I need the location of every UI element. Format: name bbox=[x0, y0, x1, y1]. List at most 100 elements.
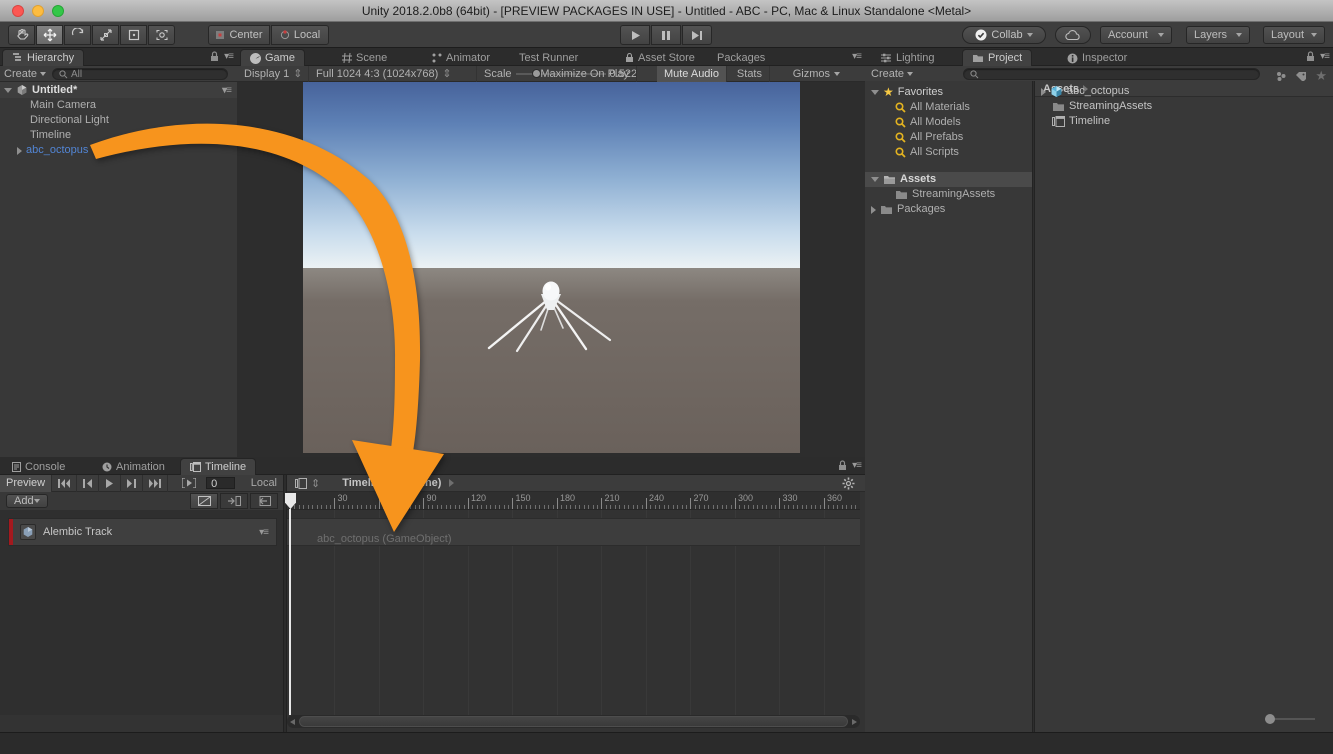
maximize-on-play-button[interactable]: Maximize On Play bbox=[533, 66, 637, 82]
timeline-splitter[interactable] bbox=[283, 475, 287, 732]
alembic-track-row[interactable]: Alembic Track ▾≡ bbox=[8, 518, 277, 546]
ruler-tick bbox=[437, 505, 438, 509]
ripple-mode-icon[interactable] bbox=[220, 493, 248, 509]
asset-streamingassets[interactable]: StreamingAssets bbox=[1035, 99, 1333, 114]
scroll-right-icon[interactable] bbox=[852, 719, 857, 725]
ruler-tick bbox=[317, 505, 318, 509]
ruler-tick bbox=[406, 505, 407, 509]
hierarchy-item-main-camera[interactable]: Main Camera bbox=[0, 98, 237, 113]
favorite-all-models[interactable]: All Models bbox=[865, 115, 1032, 130]
project-search-input[interactable] bbox=[963, 68, 1260, 80]
play-button[interactable] bbox=[620, 25, 650, 45]
step-button[interactable] bbox=[682, 25, 712, 45]
search-by-label-icon[interactable] bbox=[1295, 71, 1307, 82]
track-menu-icon[interactable]: ▾≡ bbox=[259, 527, 268, 538]
goto-start-button[interactable] bbox=[52, 475, 77, 492]
favorites-row[interactable]: ★ Favorites bbox=[865, 85, 1032, 100]
tab-scene[interactable]: Scene bbox=[332, 49, 397, 66]
folder-streamingassets-row[interactable]: StreamingAssets bbox=[865, 187, 1032, 202]
hierarchy-item-directional-light[interactable]: Directional Light bbox=[0, 113, 237, 128]
folder-packages-row[interactable]: Packages bbox=[865, 202, 1032, 217]
hand-tool-icon[interactable] bbox=[8, 25, 35, 45]
scrollbar-thumb[interactable] bbox=[299, 716, 848, 727]
replace-mode-icon[interactable] bbox=[250, 493, 278, 509]
game-panel-menu-icon[interactable]: ▾≡ bbox=[852, 51, 861, 62]
scroll-left-icon[interactable] bbox=[290, 719, 295, 725]
preview-button[interactable]: Preview bbox=[0, 475, 52, 492]
gear-icon[interactable] bbox=[842, 477, 855, 490]
ruler-tick bbox=[717, 505, 718, 509]
mix-mode-icon[interactable] bbox=[190, 493, 218, 509]
layout-dropdown[interactable]: Layout bbox=[1263, 26, 1325, 44]
lock-icon[interactable] bbox=[1306, 51, 1315, 62]
collab-button[interactable]: Collab bbox=[962, 26, 1046, 44]
goto-end-button[interactable] bbox=[143, 475, 168, 492]
tab-game[interactable]: Game bbox=[240, 49, 305, 66]
tab-animation[interactable]: Animation bbox=[92, 458, 175, 475]
asset-abc-octopus[interactable]: abc_octopus bbox=[1035, 84, 1333, 99]
transform-tool-icon[interactable] bbox=[148, 25, 175, 45]
move-tool-icon[interactable] bbox=[36, 25, 63, 45]
favorite-all-prefabs[interactable]: All Prefabs bbox=[865, 130, 1032, 145]
folder-assets-row[interactable]: Assets bbox=[865, 172, 1032, 187]
rotate-tool-icon[interactable] bbox=[64, 25, 91, 45]
favorite-all-scripts[interactable]: All Scripts bbox=[865, 145, 1032, 160]
timeline-play-button[interactable] bbox=[99, 475, 121, 492]
local-global-toggle[interactable]: Local bbox=[245, 475, 283, 492]
cloud-button[interactable] bbox=[1055, 26, 1091, 44]
lock-icon[interactable] bbox=[210, 51, 219, 62]
tab-timeline[interactable]: Timeline bbox=[180, 458, 256, 475]
rect-tool-icon[interactable] bbox=[120, 25, 147, 45]
timeline-ruler[interactable]: 306090120150180210240270300330360 bbox=[287, 492, 860, 510]
expand-icon[interactable] bbox=[17, 147, 22, 155]
select-caret-icon[interactable]: ⇕ bbox=[311, 477, 320, 490]
add-track-button[interactable]: Add bbox=[6, 494, 48, 508]
scene-foldout-icon[interactable] bbox=[4, 88, 12, 93]
pivot-local-button[interactable]: Local bbox=[271, 25, 329, 45]
hierarchy-item-timeline[interactable]: Timeline bbox=[0, 128, 237, 143]
panel-menu-icon[interactable]: ▾≡ bbox=[224, 51, 233, 62]
tab-test-runner[interactable]: Test Runner bbox=[509, 49, 588, 66]
tab-asset-store[interactable]: Asset Store bbox=[615, 49, 705, 66]
scene-menu-icon[interactable]: ▾≡ bbox=[222, 85, 231, 96]
search-by-type-icon[interactable] bbox=[1275, 71, 1287, 82]
panel-menu-icon[interactable]: ▾≡ bbox=[852, 460, 861, 471]
lock-icon[interactable] bbox=[838, 460, 847, 471]
display-dropdown[interactable]: Display 1⇕ bbox=[237, 66, 309, 82]
tab-lighting[interactable]: Lighting bbox=[871, 49, 945, 66]
alembic-track-lane[interactable]: abc_octopus (GameObject) bbox=[287, 518, 860, 546]
tab-hierarchy[interactable]: Hierarchy bbox=[2, 49, 84, 66]
pause-button[interactable] bbox=[651, 25, 681, 45]
scale-tool-icon[interactable] bbox=[92, 25, 119, 45]
hierarchy-create-button[interactable]: Create bbox=[4, 68, 46, 80]
hierarchy-search-input[interactable]: All bbox=[52, 68, 228, 80]
asset-zoom-slider[interactable] bbox=[1265, 718, 1315, 720]
tab-packages[interactable]: Packages bbox=[707, 49, 775, 66]
gizmos-dropdown[interactable]: Gizmos bbox=[786, 66, 847, 82]
tab-animator[interactable]: Animator bbox=[422, 49, 500, 66]
scene-header-row[interactable]: Untitled* ▾≡ bbox=[0, 82, 237, 98]
ruler-tick bbox=[504, 505, 505, 509]
timeline-track-area[interactable]: abc_octopus (GameObject) bbox=[287, 510, 860, 715]
panel-menu-icon[interactable]: ▾≡ bbox=[1320, 51, 1329, 62]
mute-audio-button[interactable]: Mute Audio bbox=[657, 66, 727, 82]
asset-timeline[interactable]: Timeline bbox=[1035, 114, 1333, 129]
play-range-button[interactable] bbox=[176, 475, 202, 492]
tab-console[interactable]: Console bbox=[2, 458, 75, 475]
layers-dropdown[interactable]: Layers bbox=[1186, 26, 1250, 44]
account-dropdown[interactable]: Account bbox=[1100, 26, 1172, 44]
stats-button[interactable]: Stats bbox=[730, 66, 770, 82]
frame-number-field[interactable]: 0 bbox=[206, 477, 235, 489]
tab-inspector[interactable]: Inspector bbox=[1057, 49, 1137, 66]
pivot-center-button[interactable]: Center bbox=[208, 25, 270, 45]
next-frame-button[interactable] bbox=[121, 475, 143, 492]
favorite-all-materials[interactable]: All Materials bbox=[865, 100, 1032, 115]
ruler-tick bbox=[771, 505, 772, 509]
prev-frame-button[interactable] bbox=[77, 475, 99, 492]
timeline-hscrollbar[interactable] bbox=[287, 715, 860, 728]
hierarchy-item-abc-octopus[interactable]: abc_octopus bbox=[0, 143, 237, 158]
tab-project[interactable]: Project bbox=[962, 49, 1032, 66]
project-create-button[interactable]: Create bbox=[871, 68, 913, 80]
aspect-dropdown[interactable]: Full 1024 4:3 (1024x768)⇕ bbox=[309, 66, 477, 82]
timeline-select-icon[interactable] bbox=[295, 478, 307, 489]
